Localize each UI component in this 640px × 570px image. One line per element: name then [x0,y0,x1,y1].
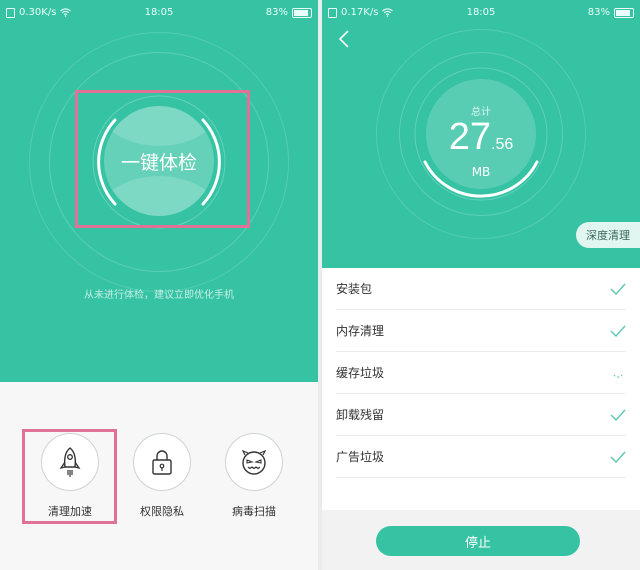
total-size-display: 总计 27.56 MB [426,79,536,189]
total-unit: MB [471,165,491,179]
status-bar: 0.17K/s 18:05 83% [322,0,640,26]
item-label: 内存清理 [336,324,385,338]
one-tap-checkup-button[interactable]: 一键体检 [104,106,214,216]
deep-clean-button[interactable]: 深度清理 [576,222,640,248]
bottom-bar: 停止 [322,510,640,570]
phone-screen-checkup: 0.30K/s 18:05 83% 一键体检 从未进行体检，建议立即优化手机 清… [0,0,318,570]
battery-icon [614,7,634,18]
check-icon [610,283,626,295]
tool-label: 权限隐私 [140,505,184,518]
item-label: 广告垃圾 [336,450,385,464]
list-item: 卸载残留 [336,394,626,436]
tools-row: 清理加速 权限隐私 病毒扫描 [0,383,318,570]
checkup-hint: 从未进行体检，建议立即优化手机 [84,290,234,301]
permission-privacy-button[interactable]: 权限隐私 [127,433,197,519]
item-label: 安装包 [336,282,373,296]
checkup-button-label: 一键体检 [120,151,197,174]
virus-scan-button[interactable]: 病毒扫描 [219,433,289,519]
item-label: 卸载残留 [336,408,385,422]
virus-face-icon [241,449,267,475]
stop-button[interactable]: 停止 [376,526,580,556]
list-item: 广告垃圾 [336,436,626,478]
loading-spinner-icon [610,367,626,379]
check-icon [610,325,626,337]
list-item: 安装包 [336,268,626,310]
battery-percent: 83% [587,7,610,18]
scan-item-list: 安装包 内存清理 缓存垃圾 卸载残留 广告垃圾 [322,268,640,478]
lock-icon [152,450,172,475]
check-icon [610,451,626,463]
list-item: 缓存垃圾 [336,352,626,394]
rocket-icon [59,447,81,477]
back-arrow-icon[interactable] [334,28,356,50]
battery-percent: 83% [265,7,288,18]
battery-icon [292,7,312,18]
scan-hero: 总计 27.56 MB 深度清理 [322,0,640,268]
item-label: 缓存垃圾 [336,366,385,380]
check-icon [610,409,626,421]
tool-label: 病毒扫描 [232,505,276,518]
clean-boost-button[interactable]: 清理加速 [35,433,105,519]
tool-label: 清理加速 [48,505,92,518]
total-value: 27.56 [448,116,514,158]
phone-screen-scanning: 0.17K/s 18:05 83% 总计 27.56 MB 深度清理 安装包 内… [322,0,640,570]
checkup-hero: 一键体检 从未进行体检，建议立即优化手机 [0,0,318,382]
status-bar: 0.30K/s 18:05 83% [0,0,318,26]
list-item: 内存清理 [336,310,626,352]
